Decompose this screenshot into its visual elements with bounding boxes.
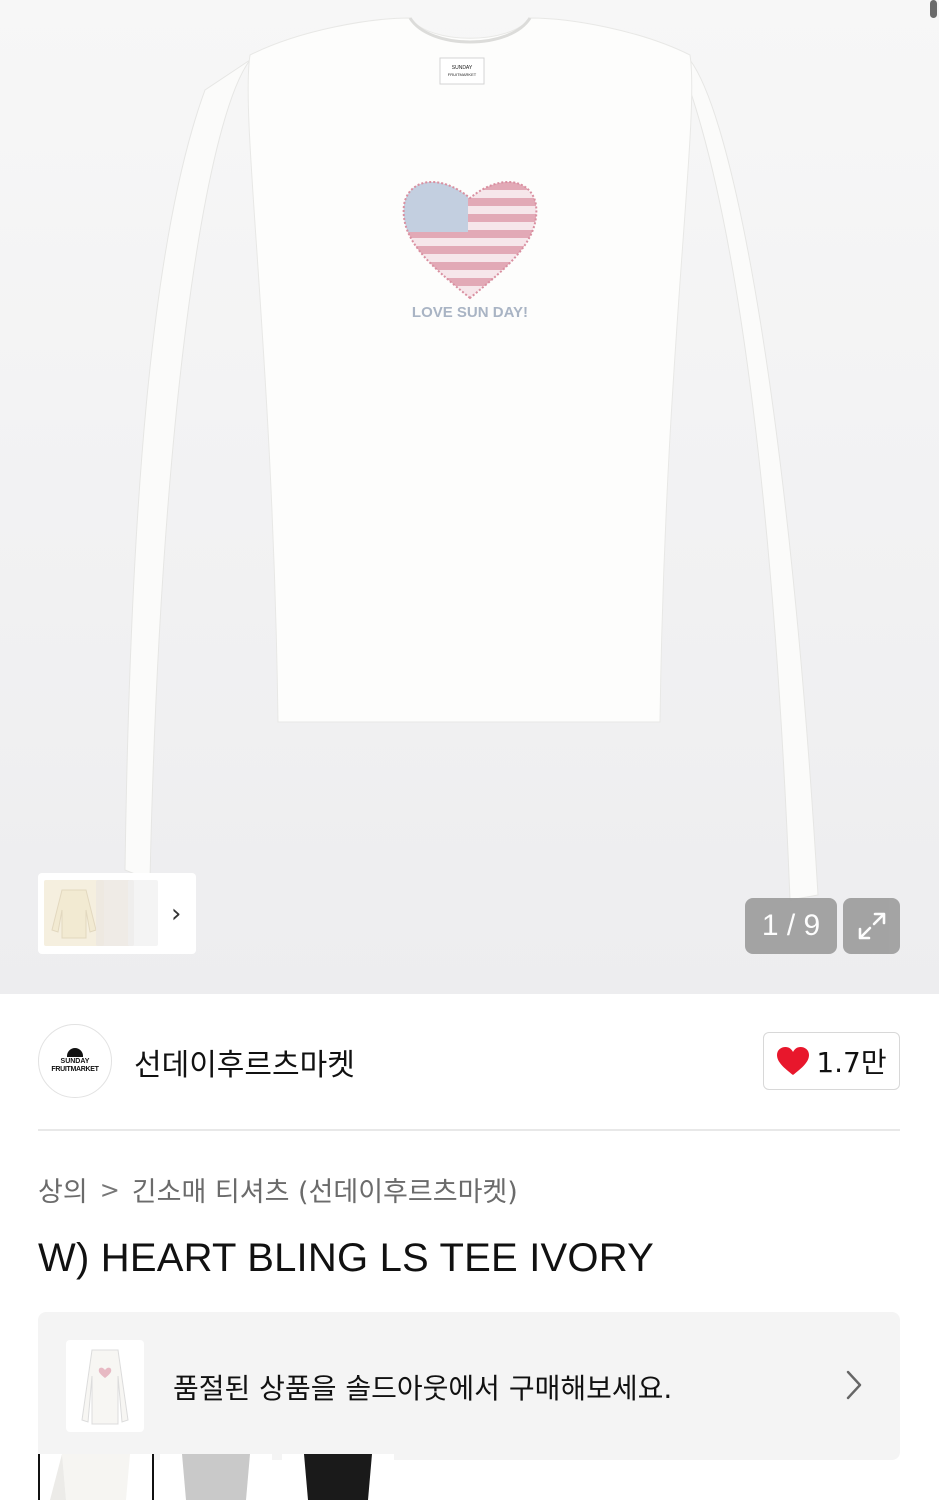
thumbnail-1[interactable] bbox=[44, 880, 104, 946]
neck-label-line2: FRUITMARKET bbox=[448, 72, 477, 77]
soldout-message: 품절된 상품을 솔드아웃에서 구매해보세요. bbox=[173, 1372, 673, 1405]
like-count: 1.7만 bbox=[816, 1046, 887, 1079]
brand-logo-line1: SUNDAY bbox=[60, 1058, 90, 1065]
color-variant-grey[interactable] bbox=[160, 1454, 272, 1500]
product-title: W) HEART BLING LS TEE IVORY bbox=[38, 1236, 654, 1280]
brand-row: SUNDAY FRUITMARKET 선데이후르츠마켓 1.7만 bbox=[38, 1024, 900, 1098]
chevron-right-icon bbox=[846, 1370, 862, 1400]
shirt-thumbnail-image bbox=[81, 1349, 129, 1425]
heart-icon bbox=[777, 1047, 810, 1075]
chevron-right-icon: > bbox=[99, 1175, 120, 1204]
neck-label-line1: SUNDAY bbox=[452, 65, 473, 71]
breadcrumb: 상의 > 긴소매 티셔츠 (선데이후르츠마켓) bbox=[38, 1170, 518, 1209]
soldout-banner[interactable]: 품절된 상품을 솔드아웃에서 구매해보세요. bbox=[38, 1312, 900, 1460]
expand-button[interactable] bbox=[843, 898, 900, 954]
thumbnail-strip[interactable]: › bbox=[38, 873, 196, 954]
scrollbar[interactable] bbox=[930, 0, 937, 18]
variant-shirt-ivory bbox=[50, 1454, 130, 1500]
breadcrumb-category[interactable]: 상의 bbox=[38, 1170, 88, 1209]
thumbnail-shirt bbox=[51, 889, 97, 939]
brand-logo-line2: FRUITMARKET bbox=[51, 1066, 99, 1073]
brand-logo-hat-icon bbox=[67, 1048, 83, 1057]
shirt-print-text: LOVE SUN DAY! bbox=[412, 304, 528, 321]
image-counter: 1 / 9 bbox=[745, 898, 837, 954]
brand-logo[interactable]: SUNDAY FRUITMARKET bbox=[38, 1024, 112, 1098]
product-image: SUNDAY FRUITMARKET LOVE SUN DAY! bbox=[124, 17, 819, 901]
color-variant-black[interactable] bbox=[282, 1454, 394, 1500]
expand-icon bbox=[858, 912, 885, 940]
color-variant-thumbnails bbox=[38, 1454, 398, 1500]
variant-shirt-black bbox=[304, 1454, 372, 1500]
divider bbox=[38, 1129, 900, 1131]
chevron-right-icon[interactable]: › bbox=[171, 899, 181, 929]
breadcrumb-subcategory[interactable]: 긴소매 티셔츠 (선데이후르츠마켓) bbox=[132, 1170, 518, 1209]
color-variant-ivory[interactable] bbox=[38, 1454, 154, 1500]
thumbnail-3[interactable] bbox=[128, 880, 158, 946]
soldout-product-thumbnail bbox=[66, 1340, 144, 1432]
variant-shirt-grey bbox=[182, 1454, 250, 1500]
like-button[interactable]: 1.7만 bbox=[763, 1032, 900, 1090]
brand-name[interactable]: 선데이후르츠마켓 bbox=[134, 1040, 355, 1084]
product-image-gallery[interactable]: SUNDAY FRUITMARKET LOVE SUN DAY! › 1 / 9 bbox=[0, 0, 939, 994]
